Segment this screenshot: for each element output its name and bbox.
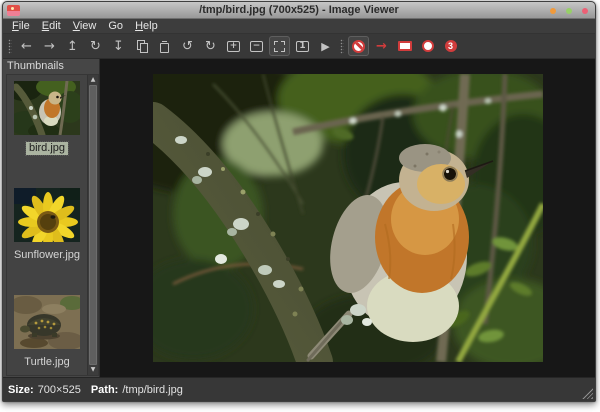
menu-view[interactable]: View <box>67 19 103 34</box>
toolbar-drag-handle[interactable] <box>8 39 12 54</box>
zoom-in-button[interactable]: + <box>223 36 244 56</box>
menu-help[interactable]: Help <box>129 19 164 34</box>
annotate-arrow-button[interactable]: → <box>371 36 392 56</box>
main-image <box>153 74 543 362</box>
red-arrow-icon: → <box>376 40 387 53</box>
play-icon: ▶ <box>321 41 329 52</box>
annotate-counter-button[interactable]: 3 <box>440 36 461 56</box>
delete-button[interactable] <box>154 36 175 56</box>
rotate-right-icon: ↻ <box>205 40 216 53</box>
zoom-out-button[interactable]: − <box>246 36 267 56</box>
back-button[interactable]: ← <box>16 36 37 56</box>
reload-button[interactable]: ↻ <box>85 36 106 56</box>
size-label: Size: <box>8 384 34 396</box>
fit-window-button[interactable] <box>269 36 290 56</box>
forward-icon: → <box>44 40 55 53</box>
title-bar[interactable]: /tmp/bird.jpg (700x525) - Image Viewer <box>3 2 595 19</box>
sidebar-header: Thumbnails <box>3 59 99 74</box>
toolbar-drag-handle-2[interactable] <box>340 39 344 54</box>
thumbnail-scrollbar[interactable]: ▲ ▼ <box>87 75 98 375</box>
save-button[interactable]: ↧ <box>108 36 129 56</box>
reload-icon: ↻ <box>90 40 101 53</box>
slideshow-button[interactable]: ▶ <box>315 36 336 56</box>
size-value: 700×525 <box>38 384 81 396</box>
turtle-thumbnail-image <box>14 295 80 349</box>
image-canvas <box>100 59 595 377</box>
red-ellipse-icon <box>422 40 434 52</box>
rotate-left-icon: ↺ <box>182 40 193 53</box>
window-controls <box>550 2 588 19</box>
zoom-out-icon: − <box>250 41 263 52</box>
resize-grip[interactable] <box>582 388 593 399</box>
actual-size-icon: 1 <box>296 41 309 52</box>
window-title: /tmp/bird.jpg (700x525) - Image Viewer <box>3 2 595 19</box>
red-rectangle-icon <box>398 41 412 51</box>
thumbnail-item-sunflower[interactable]: Sunflower.jpg <box>11 188 83 262</box>
annotate-rectangle-button[interactable] <box>394 36 415 56</box>
path-value: /tmp/bird.jpg <box>122 384 183 396</box>
status-bar: Size: 700×525 Path: /tmp/bird.jpg <box>3 377 595 401</box>
annotate-ellipse-button[interactable] <box>417 36 438 56</box>
no-entry-icon <box>352 40 365 53</box>
menu-go[interactable]: Go <box>102 19 129 34</box>
fit-window-icon <box>274 41 285 52</box>
copy-button[interactable] <box>131 36 152 56</box>
thumbnail-label-bird[interactable]: bird.jpg <box>26 142 68 155</box>
sunflower-thumbnail-image <box>14 188 80 242</box>
image-viewer-window: /tmp/bird.jpg (700x525) - Image Viewer F… <box>2 1 596 402</box>
scrollbar-thumb[interactable] <box>89 85 97 365</box>
zoom-in-icon: + <box>227 41 240 52</box>
content-area: Thumbnails <box>3 59 595 377</box>
thumbnail-item-bird[interactable]: bird.jpg <box>14 81 80 155</box>
counter-3-icon: 3 <box>445 40 457 52</box>
thumbnail-item-turtle[interactable]: Turtle.jpg <box>14 295 80 369</box>
maximize-button[interactable] <box>566 8 572 14</box>
thumbnail-label-turtle[interactable]: Turtle.jpg <box>21 356 72 369</box>
thumbnail-sidebar: Thumbnails <box>3 59 100 377</box>
rotate-right-button[interactable]: ↻ <box>200 36 221 56</box>
open-button[interactable]: ↥ <box>62 36 83 56</box>
minimize-button[interactable] <box>550 8 556 14</box>
no-annotation-button[interactable] <box>348 36 369 56</box>
thumbnail-label-sunflower[interactable]: Sunflower.jpg <box>11 249 83 262</box>
open-icon: ↥ <box>67 40 78 53</box>
menu-file[interactable]: File <box>6 19 36 34</box>
thumbnail-panel: bird.jpg <box>6 74 99 376</box>
back-icon: ← <box>21 40 32 53</box>
forward-button[interactable]: → <box>39 36 60 56</box>
path-label: Path: <box>91 384 119 396</box>
toolbar: ← → ↥ ↻ ↧ ↺ ↻ + − 1 ▶ → 3 <box>3 34 595 59</box>
thumbnail-list: bird.jpg <box>7 75 87 375</box>
scroll-up-icon[interactable]: ▲ <box>88 75 98 85</box>
close-button[interactable] <box>582 8 588 14</box>
trash-icon <box>160 43 169 53</box>
bird-thumbnail-image <box>14 81 80 135</box>
save-icon: ↧ <box>113 40 124 53</box>
scroll-down-icon[interactable]: ▼ <box>88 365 98 375</box>
copy-icon <box>137 40 147 52</box>
menu-edit[interactable]: Edit <box>36 19 67 34</box>
rotate-left-button[interactable]: ↺ <box>177 36 198 56</box>
menu-bar: File Edit View Go Help <box>3 19 595 34</box>
actual-size-button[interactable]: 1 <box>292 36 313 56</box>
